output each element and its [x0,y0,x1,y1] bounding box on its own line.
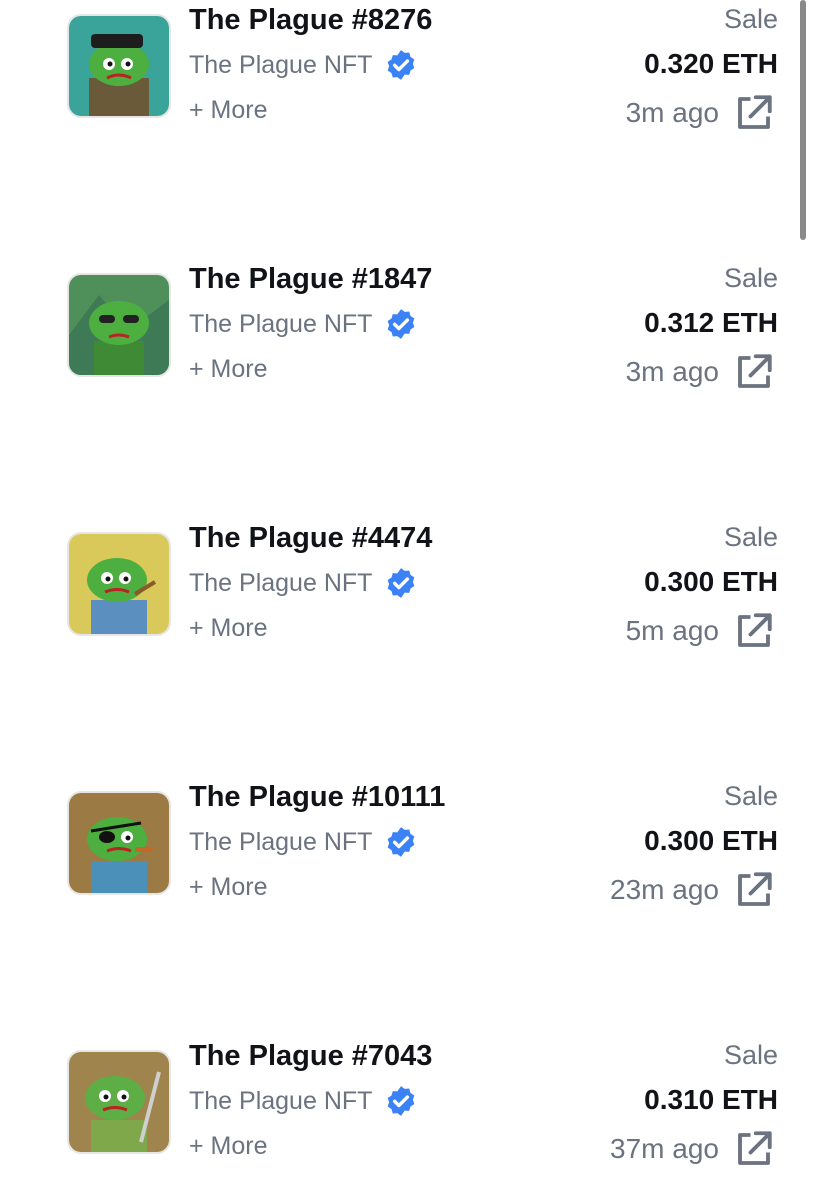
verified-badge-icon [384,566,418,600]
more-link[interactable]: + More [189,614,268,643]
verified-badge-icon [384,307,418,341]
price: 0.310 ETH [644,1084,778,1115]
more-link[interactable]: + More [189,96,268,125]
time-row: 3m ago [626,92,775,134]
list-item[interactable]: The Plague #7043 The Plague NFT + More S… [0,1036,813,1196]
event-type: Sale [723,4,778,34]
nft-title[interactable]: The Plague #1847 [189,263,432,296]
time-ago: 5m ago [625,615,719,646]
price: 0.300 ETH [644,825,778,856]
nft-title[interactable]: The Plague #10111 [189,781,445,814]
collection-label: The Plague NFT [189,309,373,338]
nft-title[interactable]: The Plague #4474 [189,522,432,555]
collection-label: The Plague NFT [189,1086,373,1115]
more-link[interactable]: + More [189,355,268,384]
collection-name[interactable]: The Plague NFT [189,48,418,82]
price: 0.312 ETH [644,307,778,338]
external-link-icon[interactable] [733,869,775,911]
nft-thumbnail[interactable] [67,532,171,636]
time-row: 23m ago [610,869,775,911]
collection-label: The Plague NFT [189,827,373,856]
nft-title[interactable]: The Plague #7043 [189,1040,432,1073]
verified-badge-icon [384,825,418,859]
time-ago: 3m ago [625,97,719,128]
nft-title[interactable]: The Plague #8276 [189,4,432,37]
verified-badge-icon [384,1084,418,1118]
external-link-icon[interactable] [733,351,775,393]
event-type: Sale [723,781,778,811]
collection-label: The Plague NFT [189,568,373,597]
price: 0.300 ETH [644,566,778,597]
time-row: 5m ago [626,610,775,652]
nft-thumbnail[interactable] [67,273,171,377]
event-type: Sale [723,263,778,293]
list-item[interactable]: The Plague #4474 The Plague NFT + More S… [0,518,813,678]
time-ago: 3m ago [625,356,719,387]
collection-name[interactable]: The Plague NFT [189,1084,418,1118]
more-link[interactable]: + More [189,873,268,902]
collection-name[interactable]: The Plague NFT [189,825,418,859]
event-type: Sale [723,1040,778,1070]
price: 0.320 ETH [644,48,778,79]
nft-thumbnail[interactable] [67,14,171,118]
list-item[interactable]: The Plague #1847 The Plague NFT + More S… [0,259,813,419]
nft-thumbnail[interactable] [67,1050,171,1154]
more-link[interactable]: + More [189,1132,268,1161]
time-row: 3m ago [626,351,775,393]
external-link-icon[interactable] [733,1128,775,1170]
list-item[interactable]: The Plague #10111 The Plague NFT + More … [0,777,813,937]
collection-name[interactable]: The Plague NFT [189,307,418,341]
collection-name[interactable]: The Plague NFT [189,566,418,600]
external-link-icon[interactable] [733,92,775,134]
activity-list: The Plague #8276 The Plague NFT + More S… [0,0,813,1200]
time-row: 37m ago [610,1128,775,1170]
list-item[interactable]: The Plague #8276 The Plague NFT + More S… [0,0,813,160]
time-ago: 23m ago [610,874,719,905]
verified-badge-icon [384,48,418,82]
time-ago: 37m ago [610,1133,719,1164]
nft-thumbnail[interactable] [67,791,171,895]
external-link-icon[interactable] [733,610,775,652]
scrollbar[interactable] [800,0,806,240]
event-type: Sale [723,522,778,552]
collection-label: The Plague NFT [189,50,373,79]
